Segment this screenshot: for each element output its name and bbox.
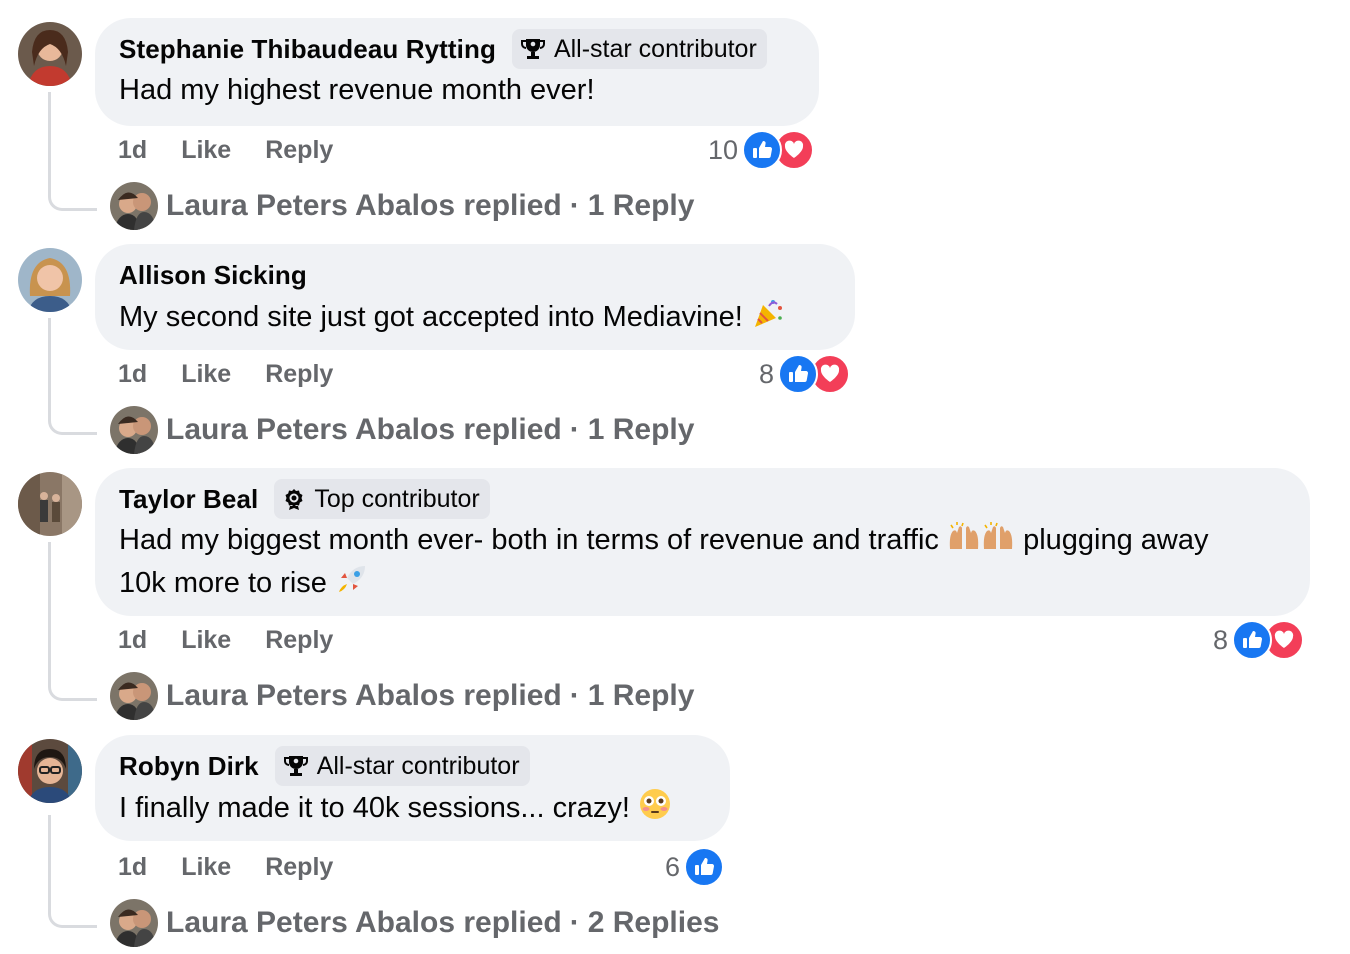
separator: · — [569, 679, 580, 712]
reply-summary-name: Laura Peters Abalos replied — [166, 413, 562, 446]
contributor-badge[interactable]: All-star contributor — [274, 746, 530, 786]
like-reaction-icon — [684, 847, 725, 887]
badge-label: Top contributor — [314, 484, 480, 513]
reaction-summary[interactable]: 8 — [759, 354, 851, 394]
rocket-icon — [335, 562, 369, 607]
reaction-count: 8 — [1213, 624, 1229, 655]
comment-bubble: Taylor Beal Top contributor Had my bigge… — [95, 468, 1310, 616]
like-reaction-icon — [742, 130, 783, 170]
reply-count: 1 Reply — [587, 679, 695, 712]
avatar[interactable] — [18, 22, 82, 86]
timestamp[interactable]: 1d — [118, 853, 147, 882]
reply-button[interactable]: Reply — [265, 853, 333, 882]
like-reaction-icon — [778, 354, 819, 394]
avatar[interactable] — [18, 472, 82, 536]
reply-avatar — [110, 406, 158, 454]
raising-hands-icon — [981, 521, 1015, 562]
reply-connector — [48, 815, 97, 928]
view-replies-link[interactable]: Laura Peters Abalos replied · 1 Reply — [110, 671, 694, 721]
top-contributor-icon — [285, 489, 303, 510]
comment-bubble: Allison Sicking My second site just got … — [95, 244, 855, 350]
like-reaction-icon — [1232, 620, 1273, 660]
comment-text-row: My second site just got accepted into Me… — [119, 296, 831, 341]
comment-author[interactable]: Taylor Beal — [119, 484, 258, 515]
reply-count: 1 Reply — [587, 189, 695, 222]
comment-text: Had my biggest month ever- both in terms… — [119, 524, 939, 556]
comment-text: My second site just got accepted into Me… — [119, 301, 743, 334]
comment-actions: 1d Like Reply — [118, 354, 367, 394]
comment-actions: 1d Like Reply — [118, 130, 367, 170]
raising-hands-icon — [947, 521, 981, 562]
avatar[interactable] — [18, 248, 82, 312]
separator: · — [569, 189, 580, 222]
like-button[interactable]: Like — [181, 853, 231, 882]
reply-button[interactable]: Reply — [265, 360, 333, 389]
comment-text-continued: plugging away — [1023, 524, 1209, 556]
like-button[interactable]: Like — [181, 626, 231, 655]
contributor-badge[interactable]: All-star contributor — [511, 29, 767, 69]
party-popper-icon — [751, 296, 785, 341]
reply-avatar — [110, 182, 158, 230]
comment-text: I finally made it to 40k sessions... cra… — [119, 792, 630, 825]
reply-count: 2 Replies — [587, 906, 720, 939]
like-button[interactable]: Like — [181, 136, 231, 165]
reply-connector — [48, 92, 97, 211]
reply-avatar — [110, 899, 158, 947]
view-replies-link[interactable]: Laura Peters Abalos replied · 1 Reply — [110, 405, 694, 455]
avatar[interactable] — [18, 739, 82, 803]
reply-count: 1 Reply — [587, 413, 695, 446]
reply-button[interactable]: Reply — [265, 626, 333, 655]
comment-text-row: Had my biggest month ever- both in terms… — [119, 520, 1286, 607]
like-button[interactable]: Like — [181, 360, 231, 389]
timestamp[interactable]: 1d — [118, 360, 147, 389]
reply-summary-name: Laura Peters Abalos replied — [166, 679, 562, 712]
comment-bubble: Robyn Dirk All-star contributor I finall… — [95, 735, 730, 841]
timestamp[interactable]: 1d — [118, 136, 147, 165]
reply-summary-name: Laura Peters Abalos replied — [166, 189, 562, 222]
reply-summary-name: Laura Peters Abalos replied — [166, 906, 562, 939]
reaction-count: 10 — [708, 134, 739, 165]
view-replies-link[interactable]: Laura Peters Abalos replied · 1 Reply — [110, 181, 694, 231]
reply-connector — [48, 542, 97, 701]
trophy-icon — [283, 756, 308, 776]
view-replies-link[interactable]: Laura Peters Abalos replied · 2 Replies — [110, 898, 719, 948]
comment-text: Had my highest revenue month ever! — [119, 74, 595, 106]
timestamp[interactable]: 1d — [118, 626, 147, 655]
badge-label: All-star contributor — [553, 34, 757, 63]
reaction-summary[interactable]: 8 — [1213, 620, 1305, 660]
separator: · — [569, 906, 580, 939]
comment-actions: 1d Like Reply — [118, 847, 367, 887]
badge-label: All-star contributor — [316, 751, 520, 780]
reaction-count: 8 — [759, 358, 775, 389]
comment-author[interactable]: Allison Sicking — [119, 260, 307, 291]
reaction-summary[interactable]: 10 — [708, 130, 815, 170]
reply-connector — [48, 318, 97, 435]
reply-button[interactable]: Reply — [265, 136, 333, 165]
contributor-badge[interactable]: Top contributor — [274, 479, 490, 519]
comment-actions: 1d Like Reply — [118, 620, 367, 660]
comment-author[interactable]: Stephanie Thibaudeau Rytting — [119, 34, 496, 65]
comment-author[interactable]: Robyn Dirk — [119, 751, 259, 782]
reply-avatar — [110, 672, 158, 720]
trophy-icon — [520, 39, 545, 59]
separator: · — [569, 413, 580, 446]
comment-bubble: Stephanie Thibaudeau Rytting All-star co… — [95, 18, 819, 126]
reaction-summary[interactable]: 6 — [665, 847, 725, 887]
comment-text-row: I finally made it to 40k sessions... cra… — [119, 787, 706, 832]
comment-text-line2: 10k more to rise — [119, 567, 327, 599]
reaction-count: 6 — [665, 851, 681, 882]
flushed-face-icon — [638, 787, 672, 832]
